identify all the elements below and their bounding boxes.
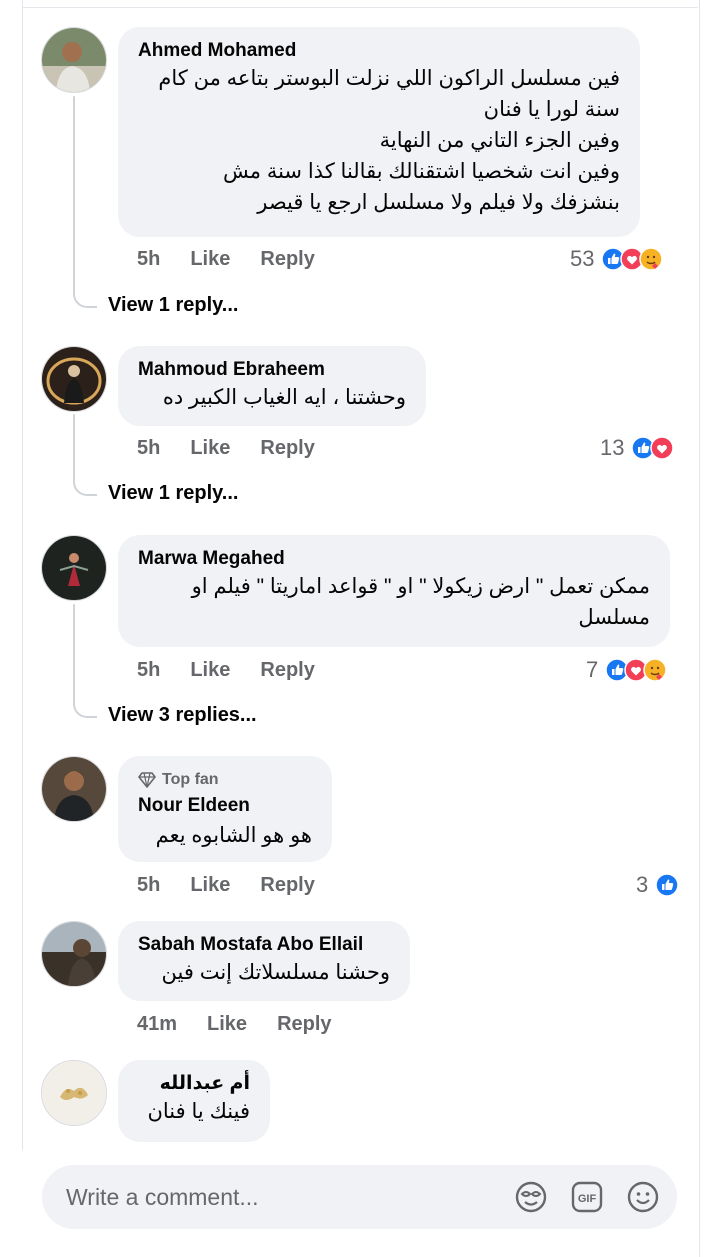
comment-time[interactable]: 5h bbox=[137, 659, 160, 682]
reaction-summary[interactable]: 13 bbox=[600, 435, 675, 461]
comment-text: ممكن تعمل " ارض زيكولا " او " قواعد امار… bbox=[191, 575, 650, 598]
comment-actions: 41m Like Reply bbox=[137, 1013, 332, 1036]
reaction-summary[interactable]: 53 bbox=[570, 246, 664, 272]
love-icon bbox=[650, 436, 675, 460]
comment-text: سنة لورا يا فنان bbox=[483, 98, 620, 121]
like-button[interactable]: Like bbox=[207, 1013, 247, 1036]
comment-author[interactable]: أم عبدالله bbox=[138, 1072, 250, 1096]
like-button[interactable]: Like bbox=[190, 874, 230, 897]
comment-bubble: Mahmoud Ebraheem وحشتنا ، ايه الغياب الك… bbox=[118, 346, 426, 426]
comment-composer[interactable]: GIF bbox=[42, 1165, 677, 1229]
care-icon bbox=[639, 247, 664, 271]
comment-author[interactable]: Sabah Mostafa Abo Ellail bbox=[138, 933, 390, 957]
avatar[interactable] bbox=[41, 27, 107, 93]
reaction-count: 3 bbox=[636, 872, 649, 897]
comment-bubble: Marwa Megahed ممكن تعمل " ارض زيكولا " ا… bbox=[118, 535, 670, 647]
comment-author[interactable]: Nour Eldeen bbox=[138, 794, 312, 818]
avatar[interactable] bbox=[41, 1060, 107, 1126]
reply-button[interactable]: Reply bbox=[260, 248, 314, 271]
comment-text: بنشزفك ولا فيلم ولا مسلسل ارجع يا قيصر bbox=[257, 191, 620, 214]
comment-author[interactable]: Marwa Megahed bbox=[138, 547, 650, 571]
emoji-icon[interactable] bbox=[625, 1179, 661, 1215]
comment-bubble: أم عبدالله فينك يا فنان bbox=[118, 1060, 270, 1142]
care-icon bbox=[643, 658, 667, 682]
comment-text: وفين الجزء التاني من النهاية bbox=[379, 129, 620, 152]
comment-bubble: Ahmed Mohamed فين مسلسل الراكون اللي نزل… bbox=[118, 27, 640, 237]
reaction-count: 13 bbox=[600, 435, 625, 460]
comment-text: فينك يا فنان bbox=[147, 1100, 250, 1123]
comment-bubble: Top fan Nour Eldeen هو هو الشابوه يعم bbox=[118, 756, 332, 862]
top-fan-badge: Top fan bbox=[138, 770, 312, 790]
reaction-count: 7 bbox=[586, 657, 599, 682]
gif-label: GIF bbox=[578, 1193, 597, 1205]
sticker-icon[interactable] bbox=[513, 1179, 549, 1215]
comment-time[interactable]: 5h bbox=[137, 248, 160, 271]
comment-time[interactable]: 5h bbox=[137, 874, 160, 897]
comment-text: وحشتنا ، ايه الغياب الكبير ده bbox=[162, 386, 406, 409]
reaction-summary[interactable]: 3 bbox=[636, 872, 679, 898]
reaction-summary[interactable]: 7 bbox=[586, 657, 667, 683]
thread-line bbox=[73, 604, 75, 696]
like-icon bbox=[655, 873, 679, 897]
gif-icon[interactable]: GIF bbox=[569, 1179, 605, 1215]
thread-line bbox=[73, 414, 75, 474]
comment-author[interactable]: Ahmed Mohamed bbox=[138, 39, 620, 63]
avatar[interactable] bbox=[41, 535, 107, 601]
comment-actions: 5h Like Reply bbox=[137, 874, 315, 897]
view-replies-link[interactable]: View 1 reply... bbox=[108, 482, 238, 505]
comment-text: وحشنا مسلسلاتك إنت فين bbox=[161, 961, 391, 984]
comment-bubble: Sabah Mostafa Abo Ellail وحشنا مسلسلاتك … bbox=[118, 921, 410, 1001]
diamond-icon bbox=[138, 772, 156, 788]
comment-actions: 5h Like Reply bbox=[137, 248, 315, 271]
comment-author[interactable]: Mahmoud Ebraheem bbox=[138, 358, 406, 382]
like-button[interactable]: Like bbox=[190, 437, 230, 460]
reply-button[interactable]: Reply bbox=[260, 659, 314, 682]
reply-button[interactable]: Reply bbox=[260, 874, 314, 897]
divider bbox=[22, 7, 698, 8]
like-button[interactable]: Like bbox=[190, 659, 230, 682]
avatar[interactable] bbox=[41, 346, 107, 412]
reply-button[interactable]: Reply bbox=[277, 1013, 331, 1036]
comment-time[interactable]: 41m bbox=[137, 1013, 177, 1036]
comment-time[interactable]: 5h bbox=[137, 437, 160, 460]
view-replies-link[interactable]: View 3 replies... bbox=[108, 704, 257, 727]
reply-button[interactable]: Reply bbox=[260, 437, 314, 460]
top-fan-label: Top fan bbox=[162, 771, 219, 788]
avatar[interactable] bbox=[41, 921, 107, 987]
comment-input[interactable] bbox=[64, 1182, 493, 1212]
view-replies-link[interactable]: View 1 reply... bbox=[108, 294, 238, 317]
reaction-count: 53 bbox=[570, 246, 595, 271]
comment-actions: 5h Like Reply bbox=[137, 437, 315, 460]
comment-text: هو هو الشابوه يعم bbox=[155, 824, 312, 847]
comment-text: فين مسلسل الراكون اللي نزلت البوستر بتاع… bbox=[158, 67, 620, 90]
comment-actions: 5h Like Reply bbox=[137, 659, 315, 682]
comment-text: مسلسل bbox=[578, 606, 650, 629]
avatar[interactable] bbox=[41, 756, 107, 822]
like-button[interactable]: Like bbox=[190, 248, 230, 271]
comment-text: وفين انت شخصيا اشتقنالك بقالنا كذا سنة م… bbox=[222, 160, 620, 183]
thread-line bbox=[73, 96, 75, 286]
